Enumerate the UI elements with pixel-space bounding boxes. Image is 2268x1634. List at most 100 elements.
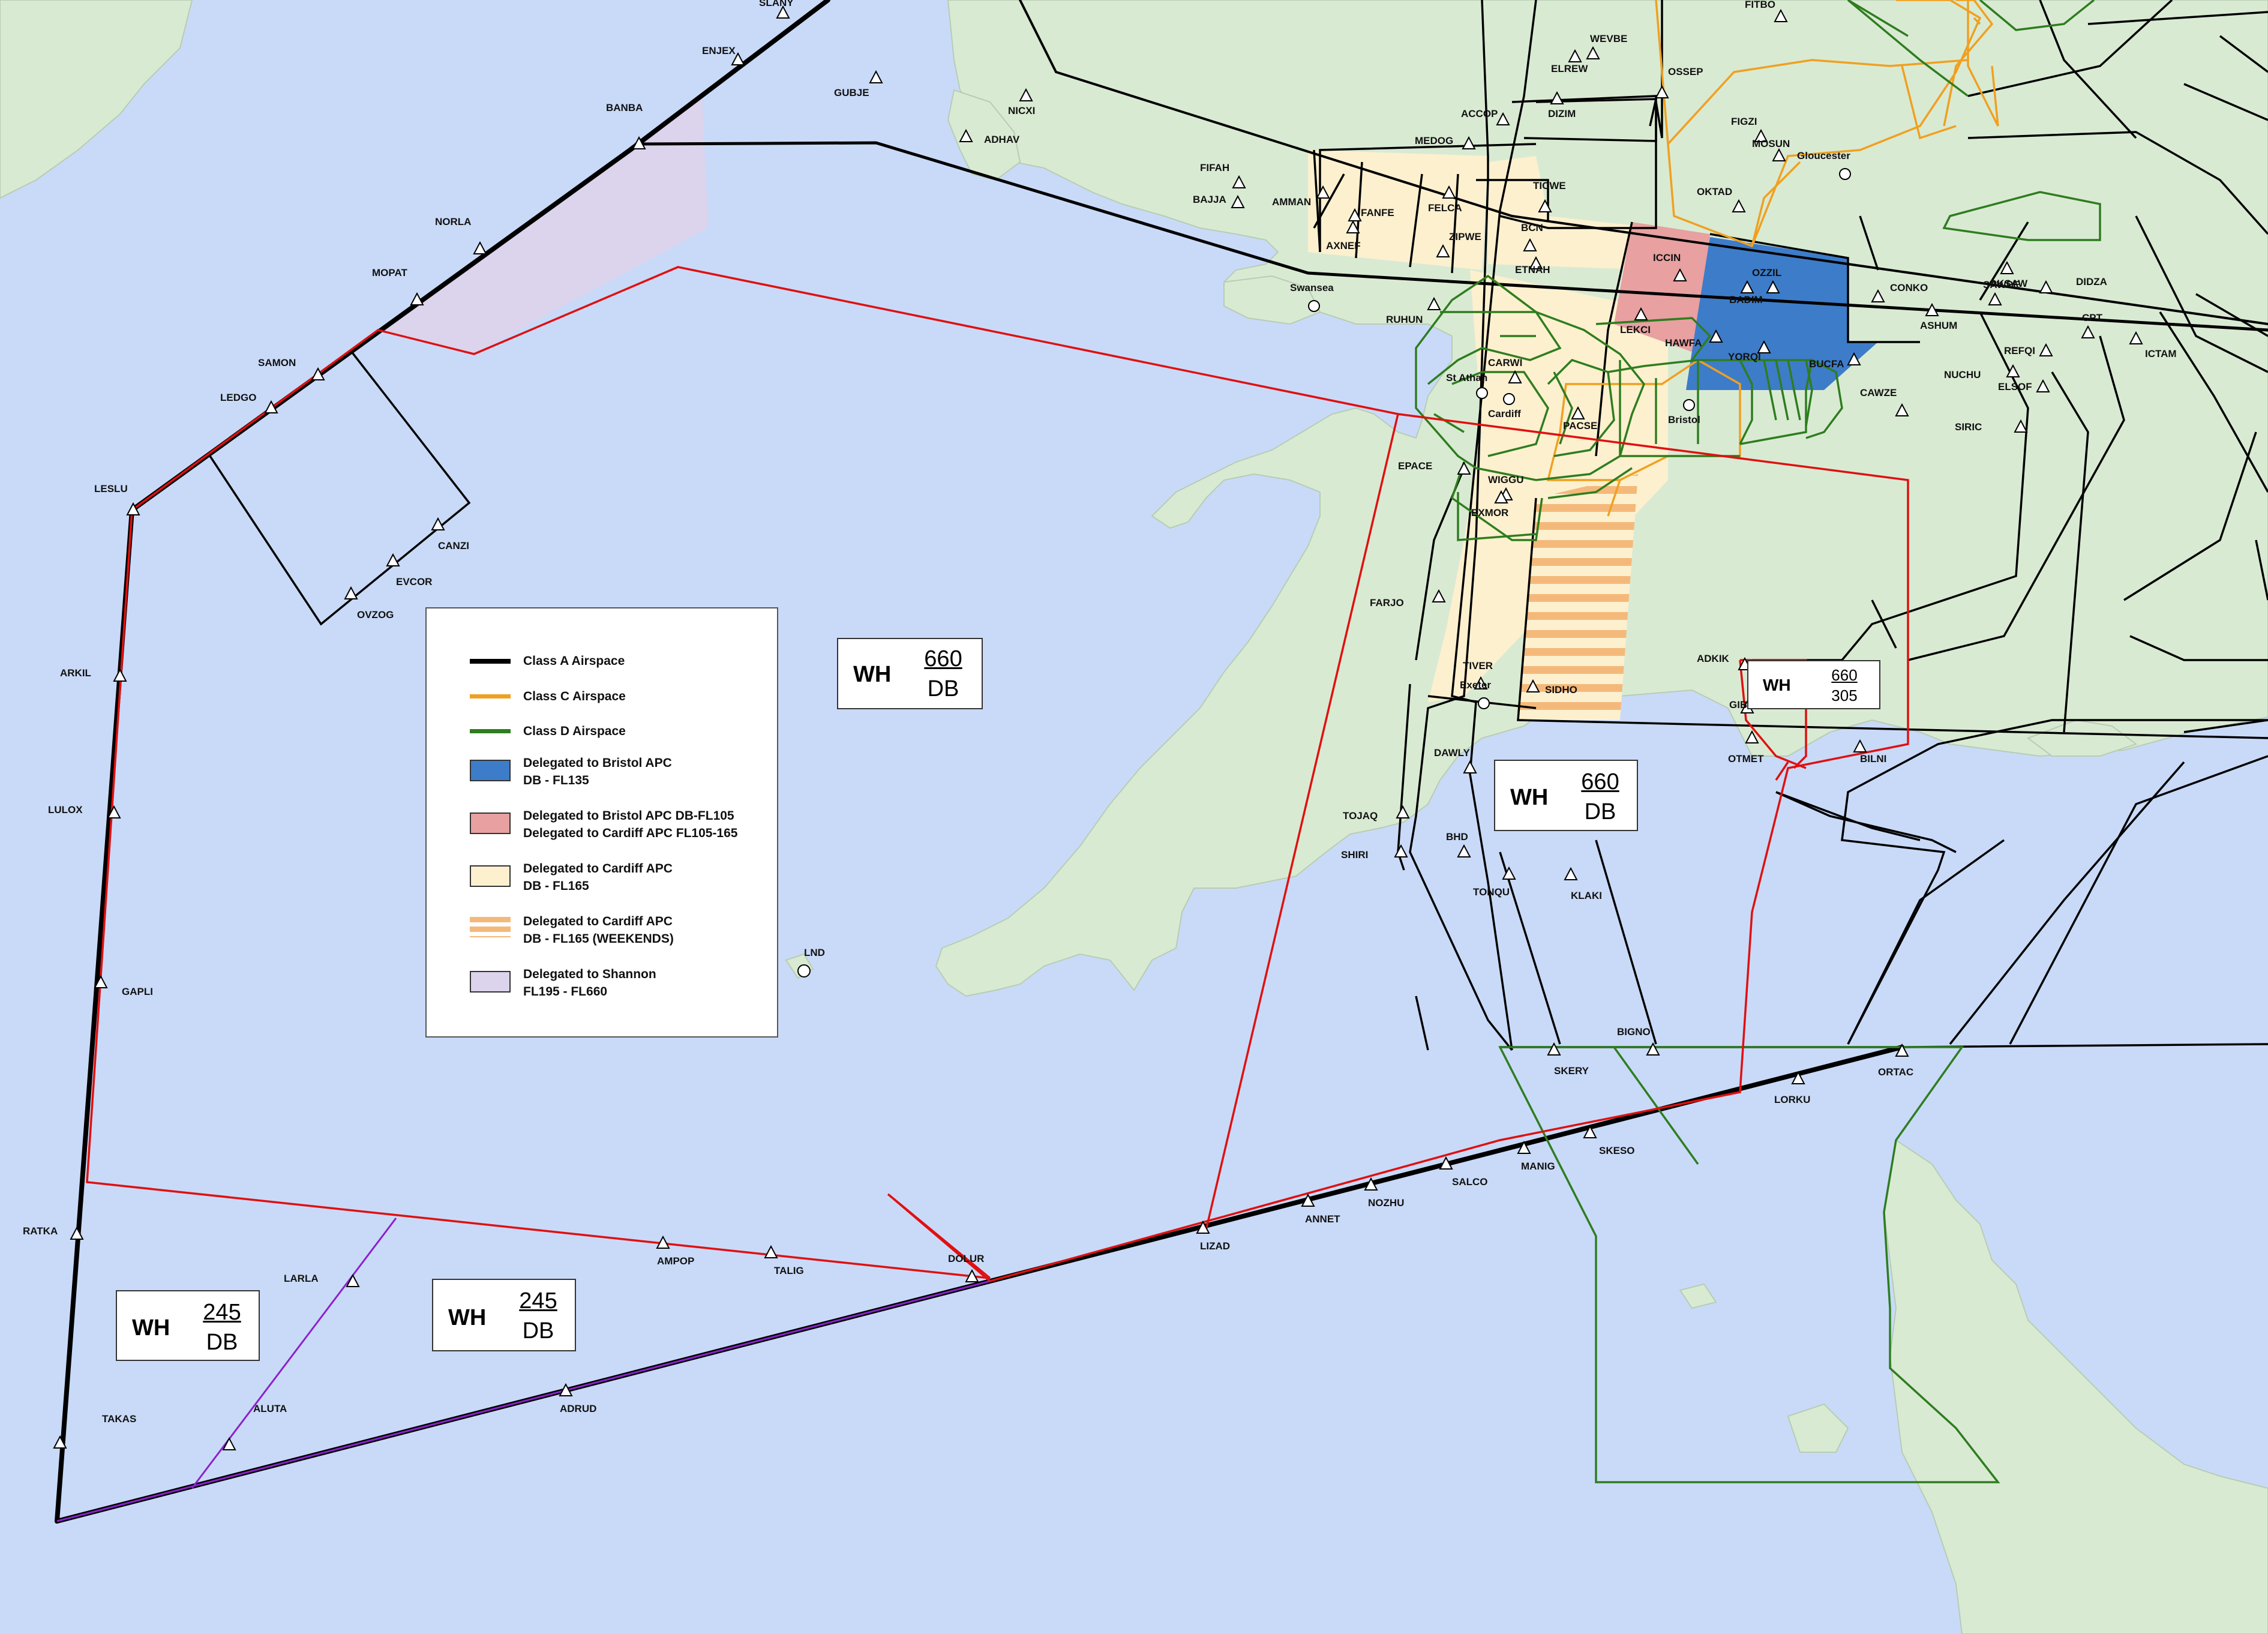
- waypoint-label-wiggu: WIGGU: [1488, 474, 1524, 485]
- waypoint-label-banba: BANBA: [606, 102, 643, 113]
- waypoint-label-ledgo: LEDGO: [220, 392, 256, 403]
- waypoint-label-axnef: AXNEF: [1326, 240, 1361, 251]
- place-label-cardiff: Cardiff: [1488, 408, 1521, 419]
- waypoint-label-bigno: BIGNO: [1617, 1026, 1651, 1038]
- airport-marker-bristol: [1683, 399, 1695, 411]
- level-box-bottom: DB: [1584, 799, 1616, 825]
- level-box-bottom: 305: [1831, 686, 1858, 704]
- waypoint-label-oktad: OKTAD: [1697, 186, 1732, 197]
- waypoint-marker-evcor: [386, 553, 400, 566]
- waypoint-label-salco: SALCO: [1452, 1176, 1488, 1188]
- level-box-label: WH: [448, 1305, 487, 1330]
- waypoint-marker-bhd: [1457, 844, 1471, 858]
- level-box-channel: WH 660 DB: [1494, 760, 1638, 831]
- waypoint-label-zipwe: ZIPWE: [1449, 231, 1481, 242]
- level-box-top: 660: [1831, 666, 1858, 684]
- waypoint-label-bucfa: BUCFA: [1809, 358, 1844, 370]
- level-box-bottom: DB: [927, 676, 959, 701]
- waypoint-label-farjo: FARJO: [1370, 597, 1404, 608]
- waypoint-label-ampop: AMPOP: [657, 1255, 694, 1267]
- waypoint-label-dolur: DOLUR: [948, 1253, 984, 1264]
- legend-label-bristol-cardiff: Delegated to Bristol APC DB-FL105 Delegat…: [523, 809, 738, 840]
- land-france: [1883, 1139, 2268, 1634]
- waypoint-label-annet: ANNET: [1305, 1213, 1340, 1225]
- legend-swatch-cardiff-weekends: [470, 917, 511, 937]
- airport-marker-gloucester: [1839, 168, 1851, 180]
- waypoint-label-lulox: LULOX: [48, 804, 83, 815]
- waypoint-label-bcn: BCN: [1521, 222, 1543, 233]
- waypoint-label-lekci: LEKCI: [1620, 324, 1651, 335]
- airport-marker-swansea: [1308, 300, 1320, 312]
- legend-swatch-cardiff: [470, 865, 511, 887]
- waypoint-label-ortac: ORTAC: [1878, 1066, 1913, 1078]
- level-box-bottom: DB: [206, 1330, 238, 1355]
- waypoint-label-skeso: SKESO: [1599, 1145, 1635, 1156]
- waypoint-label-evcor: EVCOR: [396, 576, 432, 587]
- waypoint-label-fanfe: FANFE: [1361, 207, 1394, 218]
- waypoint-label-amman: AMMAN: [1272, 196, 1311, 208]
- waypoint-label-dawly: DAWLY: [1434, 747, 1470, 758]
- waypoint-marker-ovzog: [344, 586, 358, 599]
- waypoint-marker-talig: [764, 1245, 778, 1258]
- legend-swatch-shannon: [470, 971, 511, 993]
- waypoint-label-mosun: MOSUN: [1752, 138, 1790, 149]
- shannon-area: [378, 96, 708, 354]
- level-box-bottom: DB: [522, 1318, 554, 1344]
- waypoint-label-cawze: CAWZE: [1860, 387, 1897, 398]
- waypoint-label-wevbe: WEVBE: [1590, 33, 1627, 44]
- legend-swatch-class-d: [470, 729, 511, 733]
- waypoint-marker-arkil: [113, 668, 127, 682]
- waypoint-label-ashum: ASHUM: [1920, 320, 1957, 331]
- waypoint-label-norla: NORLA: [435, 216, 471, 227]
- airport-marker-exeter: [1478, 697, 1490, 709]
- legend-label-class-a: Class A Airspace: [523, 654, 625, 668]
- waypoint-label-ticwe: TICWE: [1533, 180, 1566, 191]
- waypoint-label-bilni: BILNI: [1860, 753, 1886, 764]
- waypoint-label-exmor: EXMOR: [1471, 507, 1508, 518]
- waypoint-label-tojaq: TOJAQ: [1343, 810, 1378, 822]
- waypoint-label-slany: SLANY: [759, 0, 794, 8]
- waypoint-label-arkil: ARKIL: [60, 667, 91, 679]
- legend-swatch-bristol: [470, 760, 511, 781]
- waypoint-label-medog: MEDOG: [1415, 135, 1453, 146]
- legend-label-class-c: Class C Airspace: [523, 689, 626, 703]
- waypoint-label-dizim: DIZIM: [1548, 108, 1576, 119]
- vor-marker-lnd: [797, 964, 811, 978]
- place-label-st-athan: St Athan: [1446, 372, 1487, 383]
- level-box-label: WH: [1510, 785, 1549, 810]
- legend-swatch-class-a: [470, 659, 511, 664]
- waypoint-label-ozzil: OZZIL: [1752, 267, 1781, 278]
- level-box-solent: WH 660 305: [1747, 660, 1880, 709]
- level-box-top: 245: [519, 1288, 557, 1314]
- legend-label-bristol: Delegated to Bristol APC DB - FL135: [523, 756, 672, 787]
- waypoint-label-skery: SKERY: [1554, 1065, 1589, 1077]
- legend: Class A Airspace Class C Airspace Class …: [425, 607, 778, 1038]
- waypoint-marker-bilni: [1853, 739, 1867, 752]
- waypoint-label-ossep: OSSEP: [1668, 66, 1703, 77]
- waypoint-label-lorku: LORKU: [1774, 1094, 1810, 1105]
- waypoint-label-didza: DIDZA: [2076, 276, 2107, 287]
- waypoint-label-siric: SIRIC: [1955, 421, 1982, 433]
- waypoint-marker-shiri: [1394, 844, 1408, 858]
- land-channel-islands: [1787, 1403, 1849, 1453]
- legend-swatch-bristol-cardiff: [470, 812, 511, 834]
- waypoint-label-talig: TALIG: [774, 1265, 804, 1276]
- waypoint-label-nozhu: NOZHU: [1368, 1197, 1404, 1209]
- legend-label-shannon: Delegated to Shannon FL195 - FL660: [523, 967, 656, 999]
- waypoint-label-mopat: MOPAT: [372, 267, 407, 278]
- level-box-top: 660: [1581, 769, 1619, 794]
- waypoint-label-leslu: LESLU: [94, 483, 128, 494]
- waypoint-label-lizad: LIZAD: [1200, 1240, 1230, 1252]
- land-jersey: [1679, 1283, 1717, 1309]
- waypoint-label-lnd: LND: [804, 947, 825, 958]
- waypoint-label-badim: BADIM: [1729, 294, 1763, 305]
- waypoint-marker-skery: [1547, 1042, 1561, 1056]
- waypoint-label-takas: TAKAS: [102, 1413, 136, 1425]
- waypoint-label-shiri: SHIRI: [1341, 849, 1368, 861]
- waypoint-label-accop: ACCOP: [1461, 108, 1498, 119]
- waypoint-label-conko: CONKO: [1890, 282, 1928, 293]
- waypoint-label-refqi: REFQI: [2004, 345, 2035, 356]
- waypoint-label-bajja: BAJJA: [1193, 194, 1226, 205]
- airspace-map: SLANY ENJEX BANBA GUBJE NICXI ADHAV NORLA MOPAT…: [0, 0, 2268, 1634]
- waypoint-label-carwi: CARWI: [1488, 357, 1522, 368]
